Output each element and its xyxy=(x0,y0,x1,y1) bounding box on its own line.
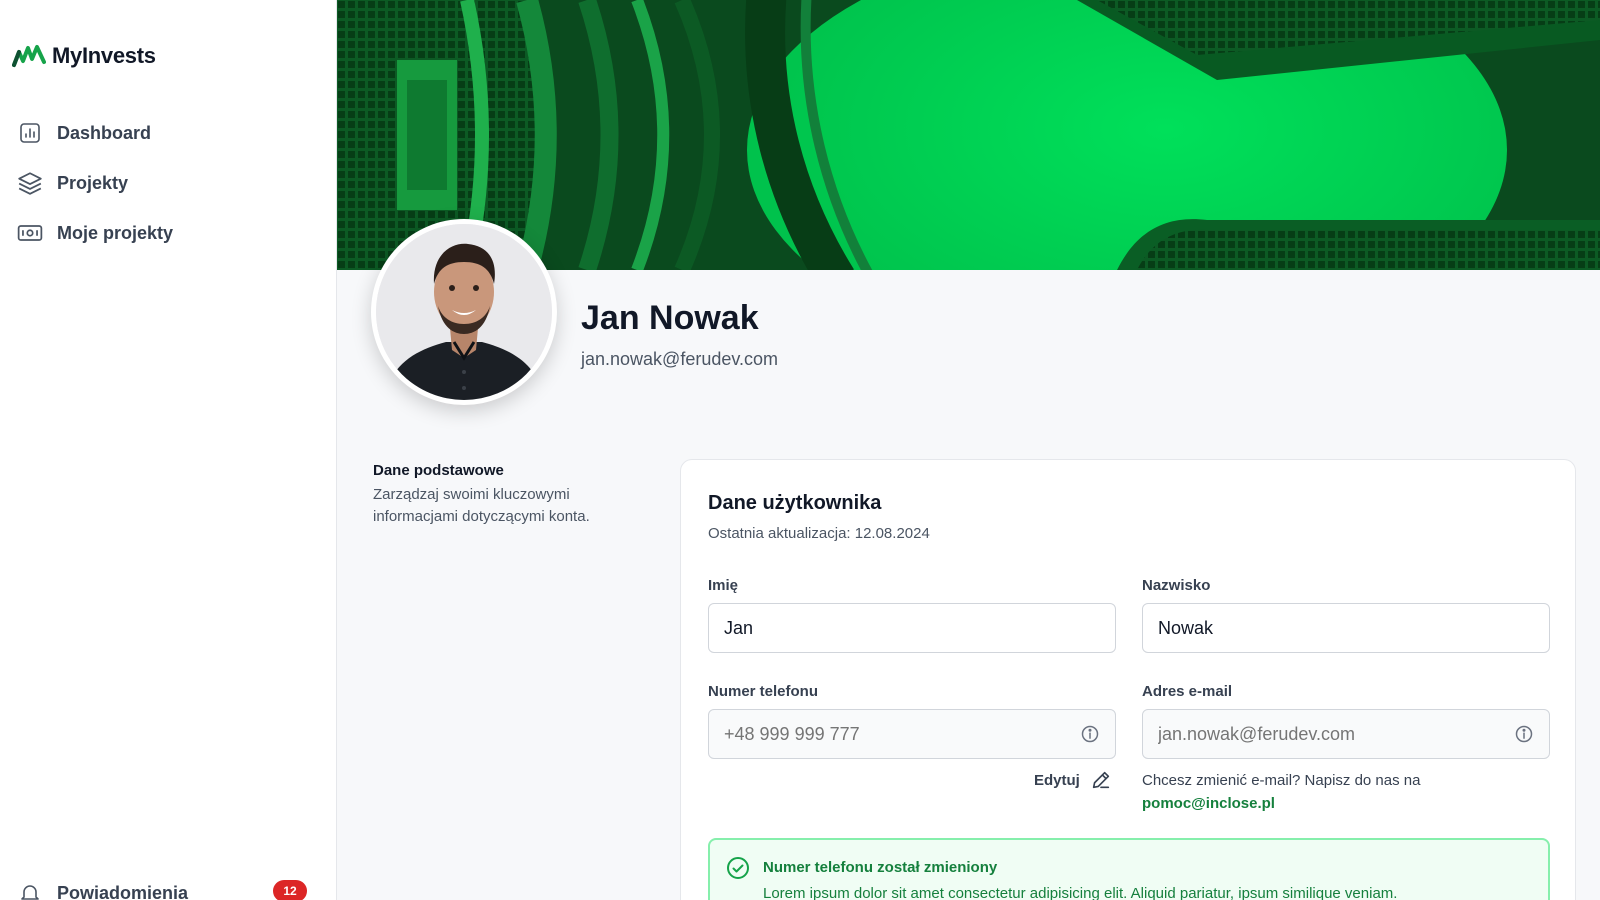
last-name-field[interactable] xyxy=(1142,603,1550,653)
profile-email: jan.nowak@ferudev.com xyxy=(581,349,779,369)
check-circle-icon xyxy=(727,857,749,879)
sidebar-item-label: Moje projekty xyxy=(57,222,174,243)
sidebar-nav: Dashboard Projekty Moje projekty xyxy=(17,108,173,258)
edit-phone-button[interactable]: Edytuj xyxy=(1034,769,1112,791)
last-name-input[interactable] xyxy=(1158,617,1534,639)
first-name-field[interactable] xyxy=(708,603,1116,653)
email-label: Adres e-mail xyxy=(1142,683,1233,700)
phone-field[interactable] xyxy=(708,709,1116,759)
avatar-photo xyxy=(376,224,552,400)
success-alert: Numer telefonu został zmieniony Lorem ip… xyxy=(708,838,1550,900)
banner-image xyxy=(337,0,1600,270)
notifications-label: Powiadomienia xyxy=(57,882,189,900)
logo[interactable]: MyInvests xyxy=(12,43,156,69)
first-name-label: Imię xyxy=(708,577,739,594)
sidebar-item-moje-projekty[interactable]: Moje projekty xyxy=(17,208,173,258)
alert-text: Lorem ipsum dolor sit amet consectetur a… xyxy=(763,885,1398,900)
email-input xyxy=(1158,723,1514,745)
edit-label: Edytuj xyxy=(1034,771,1080,789)
sidebar: MyInvests Dashboard Projekty Moje projek… xyxy=(0,0,337,900)
sidebar-item-projekty[interactable]: Projekty xyxy=(17,158,173,208)
email-field[interactable] xyxy=(1142,709,1550,759)
email-change-note: Chcesz zmienić e-mail? Napisz do nas na … xyxy=(1142,769,1420,815)
bell-icon xyxy=(17,880,43,900)
pencil-icon xyxy=(1092,771,1110,789)
support-email-link[interactable]: pomoc@inclose.pl xyxy=(1142,792,1420,815)
phone-input xyxy=(724,723,1080,745)
alert-title: Numer telefonu został zmieniony xyxy=(763,859,998,876)
layers-icon xyxy=(17,170,43,196)
last-name-label: Nazwisko xyxy=(1142,577,1211,594)
avatar[interactable] xyxy=(371,219,557,405)
user-data-card: Dane użytkownika Ostatnia aktualizacja: … xyxy=(680,459,1576,900)
last-updated: Ostatnia aktualizacja: 12.08.2024 xyxy=(708,525,930,542)
email-note-text: Chcesz zmienić e-mail? Napisz do nas na xyxy=(1142,772,1421,789)
sidebar-item-dashboard[interactable]: Dashboard xyxy=(17,108,173,158)
sidebar-item-label: Dashboard xyxy=(57,122,152,143)
info-icon[interactable] xyxy=(1080,724,1100,744)
logo-icon xyxy=(12,45,46,67)
section-title: Dane podstawowe xyxy=(373,462,504,479)
sidebar-item-notifications[interactable]: Powiadomienia 12 xyxy=(17,880,307,900)
chart-icon xyxy=(17,120,43,146)
notification-count-badge: 12 xyxy=(273,880,307,900)
info-icon[interactable] xyxy=(1514,724,1534,744)
profile-banner xyxy=(337,0,1600,270)
brand-name: MyInvests xyxy=(52,43,156,68)
card-title: Dane użytkownika xyxy=(708,492,882,514)
first-name-input[interactable] xyxy=(724,617,1100,639)
profile-name: Jan Nowak xyxy=(581,299,759,337)
section-description: Zarządzaj swoimi kluczowymi informacjami… xyxy=(373,486,590,525)
banknote-icon xyxy=(17,220,43,246)
sidebar-item-label: Projekty xyxy=(57,172,129,193)
phone-label: Numer telefonu xyxy=(708,683,819,700)
